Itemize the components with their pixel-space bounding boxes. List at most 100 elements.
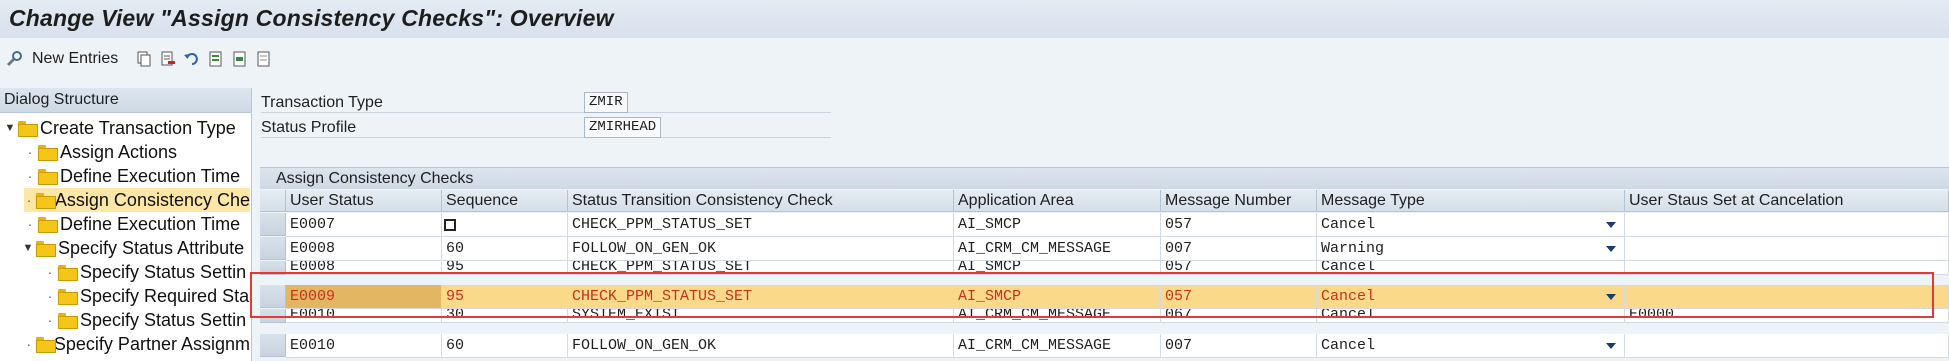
column-header-consistency-check[interactable]: Status Transition Consistency Check bbox=[568, 190, 954, 212]
cell-sequence[interactable] bbox=[442, 213, 568, 237]
column-header-sequence[interactable]: Sequence bbox=[442, 190, 568, 212]
column-header-application-area[interactable]: Application Area bbox=[954, 190, 1161, 212]
cell-sequence[interactable]: 95 bbox=[442, 285, 568, 309]
tree-item-assign-consistency-checks[interactable]: · Assign Consistency Che bbox=[24, 188, 250, 212]
tree-item-define-execution-time-2[interactable]: · Define Execution Time bbox=[24, 212, 250, 236]
cell-consistency-check[interactable]: FOLLOW_ON_GEN_OK bbox=[568, 237, 954, 261]
cell-message-number[interactable]: 007 bbox=[1161, 237, 1317, 261]
transaction-type-label: Transaction Type bbox=[261, 94, 383, 111]
cell-user-status-cancel[interactable]: E0000 bbox=[1625, 309, 1949, 323]
text-cursor-icon bbox=[444, 219, 456, 231]
cell-user-status-cancel[interactable] bbox=[1625, 285, 1949, 309]
cell-user-status-cancel[interactable] bbox=[1625, 261, 1949, 275]
cell-consistency-check[interactable]: CHECK_PPM_STATUS_SET bbox=[568, 261, 954, 275]
cell-user-status-cancel[interactable] bbox=[1625, 213, 1949, 237]
cell-consistency-check[interactable]: FOLLOW_ON_GEN_OK bbox=[568, 334, 954, 358]
cell-sequence[interactable]: 95 bbox=[442, 261, 568, 275]
cell-message-type-dropdown[interactable]: Warning bbox=[1317, 237, 1625, 261]
folder-icon bbox=[58, 265, 78, 281]
folder-icon bbox=[58, 289, 78, 305]
cell-sequence[interactable]: 60 bbox=[442, 334, 568, 358]
status-profile-field[interactable]: ZMIRHEAD bbox=[584, 117, 662, 138]
column-header-user-status[interactable]: User Status bbox=[286, 190, 442, 212]
cell-user-status[interactable]: E0008 bbox=[286, 261, 442, 275]
cell-user-status[interactable]: E0009 bbox=[286, 285, 442, 309]
tree-item-specify-required-status[interactable]: · Specify Required Sta bbox=[44, 284, 250, 308]
select-block-icon[interactable] bbox=[230, 49, 250, 69]
tree-item-assign-actions[interactable]: · Assign Actions bbox=[24, 140, 250, 164]
folder-icon bbox=[38, 217, 58, 233]
select-all-rows-button[interactable] bbox=[260, 190, 286, 212]
cell-message-number[interactable]: 067 bbox=[1161, 309, 1317, 323]
new-entries-button[interactable]: New Entries bbox=[32, 50, 118, 68]
cell-consistency-check[interactable]: CHECK_PPM_STATUS_SET bbox=[568, 213, 954, 237]
dialog-structure-heading: Dialog Structure bbox=[0, 88, 251, 113]
application-toolbar: New Entries bbox=[0, 42, 1949, 76]
cell-application-area[interactable]: AI_CRM_CM_MESSAGE bbox=[954, 309, 1161, 323]
cell-consistency-check[interactable]: SYSTEM_EXIST bbox=[568, 309, 954, 323]
row-selector[interactable] bbox=[260, 334, 286, 357]
column-header-user-status-cancel[interactable]: User Staus Set at Cancelation bbox=[1625, 190, 1949, 212]
cell-user-status-cancel[interactable] bbox=[1625, 334, 1949, 358]
message-type-value: Warning bbox=[1321, 240, 1385, 257]
cell-application-area[interactable]: AI_CRM_CM_MESSAGE bbox=[954, 237, 1161, 261]
tree-item-label: Assign Consistency Che bbox=[54, 189, 250, 210]
folder-icon bbox=[38, 145, 58, 161]
row-selector[interactable] bbox=[260, 213, 286, 236]
message-type-value: Cancel bbox=[1321, 337, 1376, 354]
cell-user-status[interactable]: E0010 bbox=[286, 309, 442, 323]
expand-arrow-icon[interactable]: ▼ bbox=[22, 242, 34, 254]
row-selector[interactable] bbox=[260, 261, 286, 275]
tree-item-specify-status-attribute[interactable]: ▼ Specify Status Attribute bbox=[22, 236, 250, 260]
cell-message-number[interactable]: 057 bbox=[1161, 285, 1317, 309]
leaf-dot-icon: · bbox=[27, 144, 33, 160]
cell-message-type-dropdown[interactable]: Cancel bbox=[1317, 213, 1625, 237]
cell-sequence[interactable]: 30 bbox=[442, 309, 568, 323]
select-all-icon[interactable] bbox=[206, 49, 226, 69]
cell-sequence[interactable]: 60 bbox=[442, 237, 568, 261]
tree-item-specify-status-settings-2[interactable]: · Specify Status Settin bbox=[44, 308, 250, 332]
deselect-all-icon[interactable] bbox=[254, 49, 274, 69]
cell-application-area[interactable]: AI_SMCP bbox=[954, 213, 1161, 237]
cell-message-number[interactable]: 007 bbox=[1161, 334, 1317, 358]
cell-user-status-cancel[interactable] bbox=[1625, 237, 1949, 261]
cell-application-area[interactable]: AI_CRM_CM_MESSAGE bbox=[954, 334, 1161, 358]
dialog-structure-panel: Dialog Structure ▼ Create Transaction Ty… bbox=[0, 88, 252, 361]
open-folder-icon bbox=[35, 193, 56, 209]
dropdown-arrow-icon[interactable] bbox=[1606, 222, 1616, 228]
tree-item-label: Assign Actions bbox=[60, 141, 178, 162]
tree-item-specify-partner-assignment[interactable]: · Specify Partner Assignm bbox=[24, 332, 250, 356]
cell-message-type-dropdown[interactable]: Cancel bbox=[1317, 285, 1625, 309]
cell-user-status[interactable]: E0010 bbox=[286, 334, 442, 358]
copy-icon[interactable] bbox=[134, 49, 154, 69]
leaf-dot-icon: · bbox=[47, 288, 53, 304]
cell-consistency-check[interactable]: CHECK_PPM_STATUS_SET bbox=[568, 285, 954, 309]
transaction-type-field[interactable]: ZMIR bbox=[584, 92, 628, 113]
row-selector[interactable] bbox=[260, 309, 286, 323]
cell-message-number[interactable]: 057 bbox=[1161, 213, 1317, 237]
folder-icon bbox=[58, 313, 78, 329]
tree-item-define-execution-time[interactable]: · Define Execution Time bbox=[24, 164, 250, 188]
leaf-dot-icon: · bbox=[26, 336, 32, 352]
dropdown-arrow-icon[interactable] bbox=[1606, 343, 1616, 349]
cell-message-type-dropdown[interactable]: Cancel bbox=[1317, 309, 1625, 323]
undo-icon[interactable] bbox=[182, 49, 202, 69]
cell-application-area[interactable]: AI_SMCP bbox=[954, 261, 1161, 275]
dropdown-arrow-icon[interactable] bbox=[1606, 294, 1616, 300]
tree-item-specify-status-settings[interactable]: · Specify Status Settin bbox=[44, 260, 250, 284]
tree-item-create-transaction-type[interactable]: ▼ Create Transaction Type bbox=[4, 116, 250, 140]
row-selector[interactable] bbox=[260, 285, 286, 308]
delete-icon[interactable] bbox=[158, 49, 178, 69]
cell-user-status[interactable]: E0008 bbox=[286, 237, 442, 261]
cell-message-number[interactable]: 057 bbox=[1161, 261, 1317, 275]
cell-message-type-dropdown[interactable]: Cancel bbox=[1317, 261, 1625, 275]
cell-user-status[interactable]: E0007 bbox=[286, 213, 442, 237]
column-header-message-number[interactable]: Message Number bbox=[1161, 190, 1317, 212]
cell-application-area[interactable]: AI_SMCP bbox=[954, 285, 1161, 309]
row-selector[interactable] bbox=[260, 237, 286, 260]
column-header-message-type[interactable]: Message Type bbox=[1317, 190, 1625, 212]
expand-arrow-icon[interactable]: ▼ bbox=[4, 122, 16, 134]
dropdown-arrow-icon[interactable] bbox=[1606, 246, 1616, 252]
display-change-icon[interactable] bbox=[4, 49, 24, 69]
cell-message-type-dropdown[interactable]: Cancel bbox=[1317, 334, 1625, 358]
